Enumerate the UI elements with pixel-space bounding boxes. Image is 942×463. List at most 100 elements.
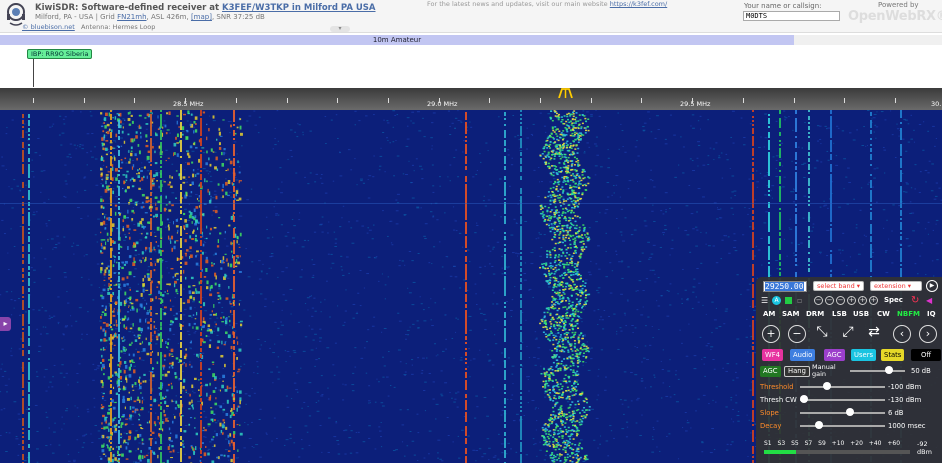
manual-gain-label: Manual gain — [812, 364, 836, 378]
tab-wf[interactable]: WF4 — [762, 349, 783, 361]
zoom-max-in-icon[interactable]: ⤡ — [813, 325, 831, 343]
scale-tick — [33, 98, 34, 103]
thresh-cw-slider-knob[interactable] — [800, 395, 808, 403]
scale-tick — [287, 98, 288, 103]
beacon-marker-line — [33, 59, 34, 87]
hang-toggle-button[interactable]: Hang — [784, 366, 810, 377]
scale-tick — [388, 98, 389, 103]
location-suffix: , ASL 426m, — [146, 13, 191, 21]
panel-tabs: WF4 Audio AGC Users Stats Off — [760, 349, 942, 361]
antenna-text: Antenna: Hermes Loop — [80, 23, 156, 31]
gain-slider-knob[interactable] — [885, 366, 894, 374]
gain-slider-track[interactable] — [850, 370, 905, 372]
threshold-slider-track[interactable] — [800, 386, 885, 388]
credit-info: © bluebison.net Antenna: Hermes Loop — [22, 23, 155, 31]
spec-button[interactable]: Spec — [884, 295, 903, 306]
mode-sam[interactable]: SAM — [782, 310, 799, 318]
news-link[interactable]: https://k3fef.com/ — [610, 0, 667, 8]
frequency-input[interactable]: 29250.00 — [763, 281, 807, 292]
s-meter-value: -92 — [917, 440, 928, 448]
tab-off[interactable]: Off — [911, 349, 941, 361]
threshold-row: Threshold -100 dBm — [760, 381, 942, 393]
scale-tick — [641, 98, 642, 103]
band-select[interactable]: select band ▾ — [813, 281, 864, 291]
chevron-left-icon[interactable]: ‹ — [893, 325, 911, 343]
plus-circle-icon[interactable]: + — [847, 296, 856, 305]
collapse-header-button[interactable]: ▾ — [330, 26, 350, 32]
mode-am[interactable]: AM — [763, 310, 775, 318]
mode-nbfm[interactable]: NBFM — [897, 310, 920, 318]
mode-lsb[interactable]: LSB — [832, 310, 847, 318]
scale-tick — [844, 98, 845, 103]
threshold-value: -100 dBm — [888, 383, 922, 391]
map-link[interactable]: [map] — [191, 13, 212, 21]
location-info: Milford, PA - USA | Grid FN21mh, ASL 426… — [35, 13, 265, 21]
thresh-cw-slider-track[interactable] — [800, 399, 885, 401]
band-select-label: select band — [817, 282, 855, 290]
tab-audio[interactable]: Audio — [790, 349, 816, 361]
refresh-icon[interactable]: ↻ — [911, 295, 919, 306]
zoom-in-icon[interactable]: + — [762, 325, 780, 343]
zoom-controls: + − ⤡ ⤢ ⇄ ‹ › — [762, 325, 940, 345]
passband-marker[interactable] — [557, 88, 574, 98]
frequency-value: 29250.00 — [765, 282, 804, 291]
decay-label: Decay — [760, 422, 782, 430]
green-square-icon[interactable] — [785, 297, 792, 304]
s-meter-fill — [764, 450, 797, 454]
minus-circle-icon-3[interactable]: − — [836, 296, 845, 305]
scale-tick — [794, 98, 795, 103]
grid-link[interactable]: FN21mh — [117, 13, 146, 21]
mode-iq[interactable]: IQ — [927, 310, 936, 318]
scale-tick — [236, 98, 237, 103]
extension-select[interactable]: extension ▾ — [870, 281, 922, 291]
slope-slider-knob[interactable] — [846, 408, 855, 416]
s-meter-bar — [764, 450, 910, 454]
grey-icon[interactable]: ▫ — [797, 295, 802, 306]
auto-icon[interactable]: A — [772, 296, 781, 305]
agc-toggle-button[interactable]: AGC — [760, 366, 781, 377]
band-bar: 10m Amateur — [0, 33, 942, 88]
tab-stats[interactable]: Stats — [881, 349, 905, 361]
menu-icon[interactable]: ☰ — [761, 295, 768, 306]
callsign-input[interactable]: M0DTS — [743, 11, 840, 21]
mode-cw[interactable]: CW — [877, 310, 890, 318]
decay-slider-track[interactable] — [800, 425, 885, 427]
powered-by-text: Powered by — [878, 1, 919, 9]
zoom-band-icon[interactable]: ⇄ — [865, 325, 883, 343]
scale-tick — [591, 98, 592, 103]
zoom-max-out-icon[interactable]: ⤢ — [839, 325, 857, 343]
slope-slider-track[interactable] — [800, 412, 885, 414]
decay-row: Decay 1000 msec — [760, 420, 942, 432]
decay-value: 1000 msec — [888, 422, 926, 430]
threshold-slider-knob[interactable] — [823, 382, 832, 390]
frequency-scale[interactable]: 28.5 MHz 29.0 MHz 29.5 MHz 30. — [0, 88, 942, 110]
band-segment-10m[interactable]: 10m Amateur — [0, 35, 794, 45]
news-label: For the latest news and updates, visit o… — [427, 0, 610, 8]
tab-agc[interactable]: AGC — [824, 349, 845, 361]
scale-tick — [540, 98, 541, 103]
mode-buttons: AM SAM DRM LSB USB CW NBFM IQ — [760, 310, 942, 321]
mute-icon[interactable]: ◀ — [926, 295, 932, 306]
mode-usb[interactable]: USB — [853, 310, 869, 318]
plus-circle-icon-2[interactable]: + — [858, 296, 867, 305]
credit-link[interactable]: © bluebison.net — [22, 23, 75, 31]
thresh-cw-row: Thresh CW -130 dBm — [760, 394, 942, 406]
play-icon[interactable]: ▶ — [926, 280, 938, 292]
zoom-out-icon[interactable]: − — [788, 325, 806, 343]
openwebrx-logo[interactable]: OpenWebRX® — [848, 9, 942, 24]
owner-link[interactable]: K3FEF/W3TKP in Milford PA USA — [222, 3, 375, 13]
scale-tick — [895, 98, 896, 103]
scale-tick — [185, 98, 186, 103]
decay-slider-knob[interactable] — [815, 421, 824, 429]
thresh-cw-value: -130 dBm — [888, 396, 922, 404]
minus-circle-icon-2[interactable]: − — [825, 296, 834, 305]
side-panel-toggle-icon[interactable]: ▸ — [0, 317, 11, 331]
extension-select-label: extension — [874, 282, 906, 290]
page-title: KiwiSDR: Software-defined receiver at K3… — [35, 3, 376, 13]
beacon-marker-label[interactable]: IBP: RR9O Siberia — [27, 49, 93, 59]
chevron-right-icon[interactable]: › — [919, 325, 937, 343]
plus-circle-icon-3[interactable]: + — [869, 296, 878, 305]
mode-drm[interactable]: DRM — [806, 310, 824, 318]
minus-circle-icon[interactable]: − — [814, 296, 823, 305]
tab-users[interactable]: Users — [851, 349, 877, 361]
